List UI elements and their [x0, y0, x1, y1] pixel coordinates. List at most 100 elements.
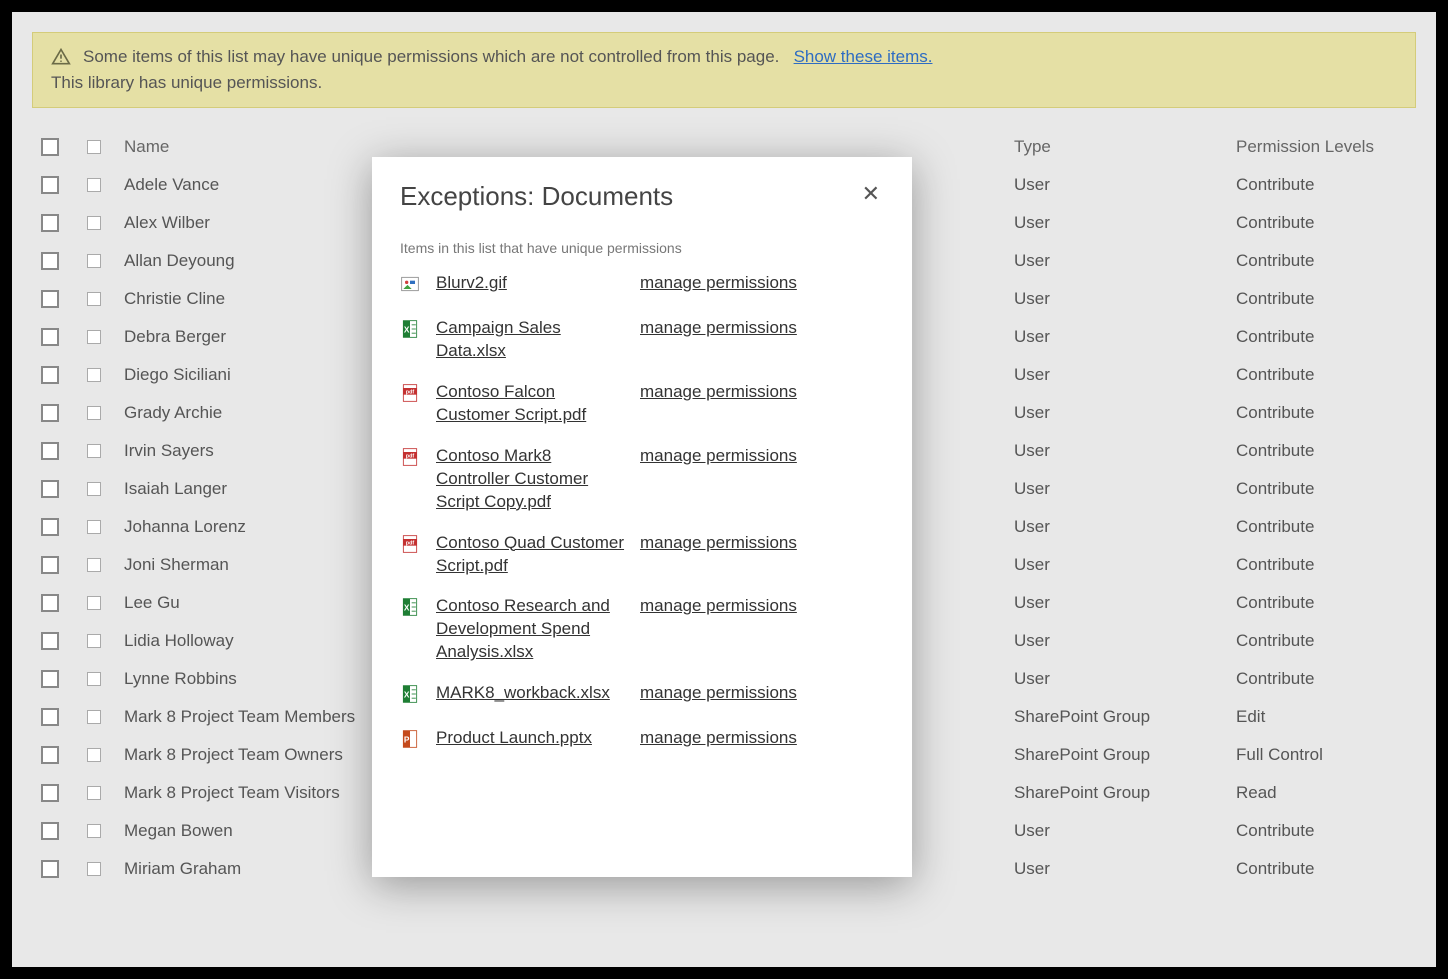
svg-text:X: X [404, 690, 410, 700]
row-sub-checkbox[interactable] [87, 444, 101, 458]
row-checkbox[interactable] [41, 556, 59, 574]
manage-permissions-link[interactable]: manage permissions [640, 381, 797, 404]
row-type: User [1014, 327, 1224, 347]
exception-file-link[interactable]: Product Launch.pptx [436, 727, 626, 750]
exception-item: pdf Contoso Mark8 Controller Customer Scr… [400, 445, 884, 514]
pdf-file-icon: pdf [400, 381, 422, 408]
row-perm: Contribute [1236, 593, 1416, 613]
row-perm: Contribute [1236, 213, 1416, 233]
svg-text:pdf: pdf [406, 540, 415, 546]
exception-item: pdf Contoso Falcon Customer Script.pdf man… [400, 381, 884, 427]
row-type: User [1014, 175, 1224, 195]
row-type: SharePoint Group [1014, 745, 1224, 765]
row-type: User [1014, 213, 1224, 233]
row-sub-checkbox[interactable] [87, 482, 101, 496]
svg-text:X: X [404, 324, 410, 334]
row-type: User [1014, 631, 1224, 651]
close-icon[interactable]: ✕ [858, 181, 884, 207]
svg-text:pdf: pdf [406, 389, 415, 395]
row-sub-checkbox[interactable] [87, 634, 101, 648]
row-checkbox[interactable] [41, 176, 59, 194]
row-perm: Contribute [1236, 403, 1416, 423]
row-sub-checkbox[interactable] [87, 672, 101, 686]
image-file-icon [400, 272, 422, 299]
header-perm[interactable]: Permission Levels [1236, 137, 1416, 157]
row-type: User [1014, 441, 1224, 461]
row-checkbox[interactable] [41, 594, 59, 612]
manage-permissions-link[interactable]: manage permissions [640, 532, 797, 555]
row-sub-checkbox[interactable] [87, 406, 101, 420]
pdf-file-icon: pdf [400, 445, 422, 472]
row-sub-checkbox[interactable] [87, 330, 101, 344]
header-sub-checkbox[interactable] [87, 140, 101, 154]
modal-subtitle: Items in this list that have unique perm… [400, 240, 884, 256]
row-checkbox[interactable] [41, 442, 59, 460]
manage-permissions-link[interactable]: manage permissions [640, 682, 797, 705]
exception-file-link[interactable]: Contoso Mark8 Controller Customer Script… [436, 445, 626, 514]
manage-permissions-link[interactable]: manage permissions [640, 445, 797, 468]
row-sub-checkbox[interactable] [87, 862, 101, 876]
select-all-checkbox[interactable] [41, 138, 59, 156]
manage-permissions-link[interactable]: manage permissions [640, 317, 797, 340]
row-sub-checkbox[interactable] [87, 558, 101, 572]
row-type: User [1014, 517, 1224, 537]
row-perm: Contribute [1236, 289, 1416, 309]
exception-file-link[interactable]: Campaign Sales Data.xlsx [436, 317, 626, 363]
row-checkbox[interactable] [41, 746, 59, 764]
row-sub-checkbox[interactable] [87, 786, 101, 800]
row-checkbox[interactable] [41, 632, 59, 650]
row-type: User [1014, 365, 1224, 385]
row-checkbox[interactable] [41, 214, 59, 232]
row-sub-checkbox[interactable] [87, 596, 101, 610]
pdf-file-icon: pdf [400, 532, 422, 559]
row-sub-checkbox[interactable] [87, 710, 101, 724]
row-checkbox[interactable] [41, 252, 59, 270]
modal-title: Exceptions: Documents [400, 181, 673, 212]
row-perm: Contribute [1236, 327, 1416, 347]
permissions-notice: Some items of this list may have unique … [32, 32, 1416, 108]
exception-file-link[interactable]: Contoso Falcon Customer Script.pdf [436, 381, 626, 427]
row-checkbox[interactable] [41, 366, 59, 384]
row-sub-checkbox[interactable] [87, 216, 101, 230]
row-sub-checkbox[interactable] [87, 520, 101, 534]
exception-file-link[interactable]: MARK8_workback.xlsx [436, 682, 626, 705]
row-perm: Read [1236, 783, 1416, 803]
row-type: User [1014, 403, 1224, 423]
row-checkbox[interactable] [41, 480, 59, 498]
row-sub-checkbox[interactable] [87, 292, 101, 306]
row-perm: Contribute [1236, 631, 1416, 651]
show-items-link[interactable]: Show these items. [794, 47, 933, 66]
notice-subtext: This library has unique permissions. [51, 73, 1397, 93]
row-checkbox[interactable] [41, 290, 59, 308]
header-name[interactable]: Name [120, 137, 1002, 157]
manage-permissions-link[interactable]: manage permissions [640, 727, 797, 750]
row-perm: Edit [1236, 707, 1416, 727]
row-checkbox[interactable] [41, 328, 59, 346]
row-checkbox[interactable] [41, 404, 59, 422]
row-sub-checkbox[interactable] [87, 178, 101, 192]
exception-item: Blurv2.gif manage permissions [400, 272, 884, 299]
manage-permissions-link[interactable]: manage permissions [640, 595, 797, 618]
row-sub-checkbox[interactable] [87, 824, 101, 838]
row-checkbox[interactable] [41, 708, 59, 726]
exception-file-link[interactable]: Contoso Research and Development Spend A… [436, 595, 626, 664]
exception-file-link[interactable]: Blurv2.gif [436, 272, 626, 295]
row-type: SharePoint Group [1014, 783, 1224, 803]
row-perm: Contribute [1236, 821, 1416, 841]
header-type[interactable]: Type [1014, 137, 1224, 157]
row-checkbox[interactable] [41, 518, 59, 536]
exception-file-link[interactable]: Contoso Quad Customer Script.pdf [436, 532, 626, 578]
pptx-file-icon: P [400, 727, 422, 754]
svg-text:pdf: pdf [406, 453, 415, 459]
row-type: SharePoint Group [1014, 707, 1224, 727]
row-sub-checkbox[interactable] [87, 748, 101, 762]
row-sub-checkbox[interactable] [87, 368, 101, 382]
row-perm: Contribute [1236, 859, 1416, 879]
row-sub-checkbox[interactable] [87, 254, 101, 268]
row-checkbox[interactable] [41, 784, 59, 802]
manage-permissions-link[interactable]: manage permissions [640, 272, 797, 295]
row-checkbox[interactable] [41, 670, 59, 688]
row-checkbox[interactable] [41, 860, 59, 878]
row-type: User [1014, 821, 1224, 841]
row-checkbox[interactable] [41, 822, 59, 840]
